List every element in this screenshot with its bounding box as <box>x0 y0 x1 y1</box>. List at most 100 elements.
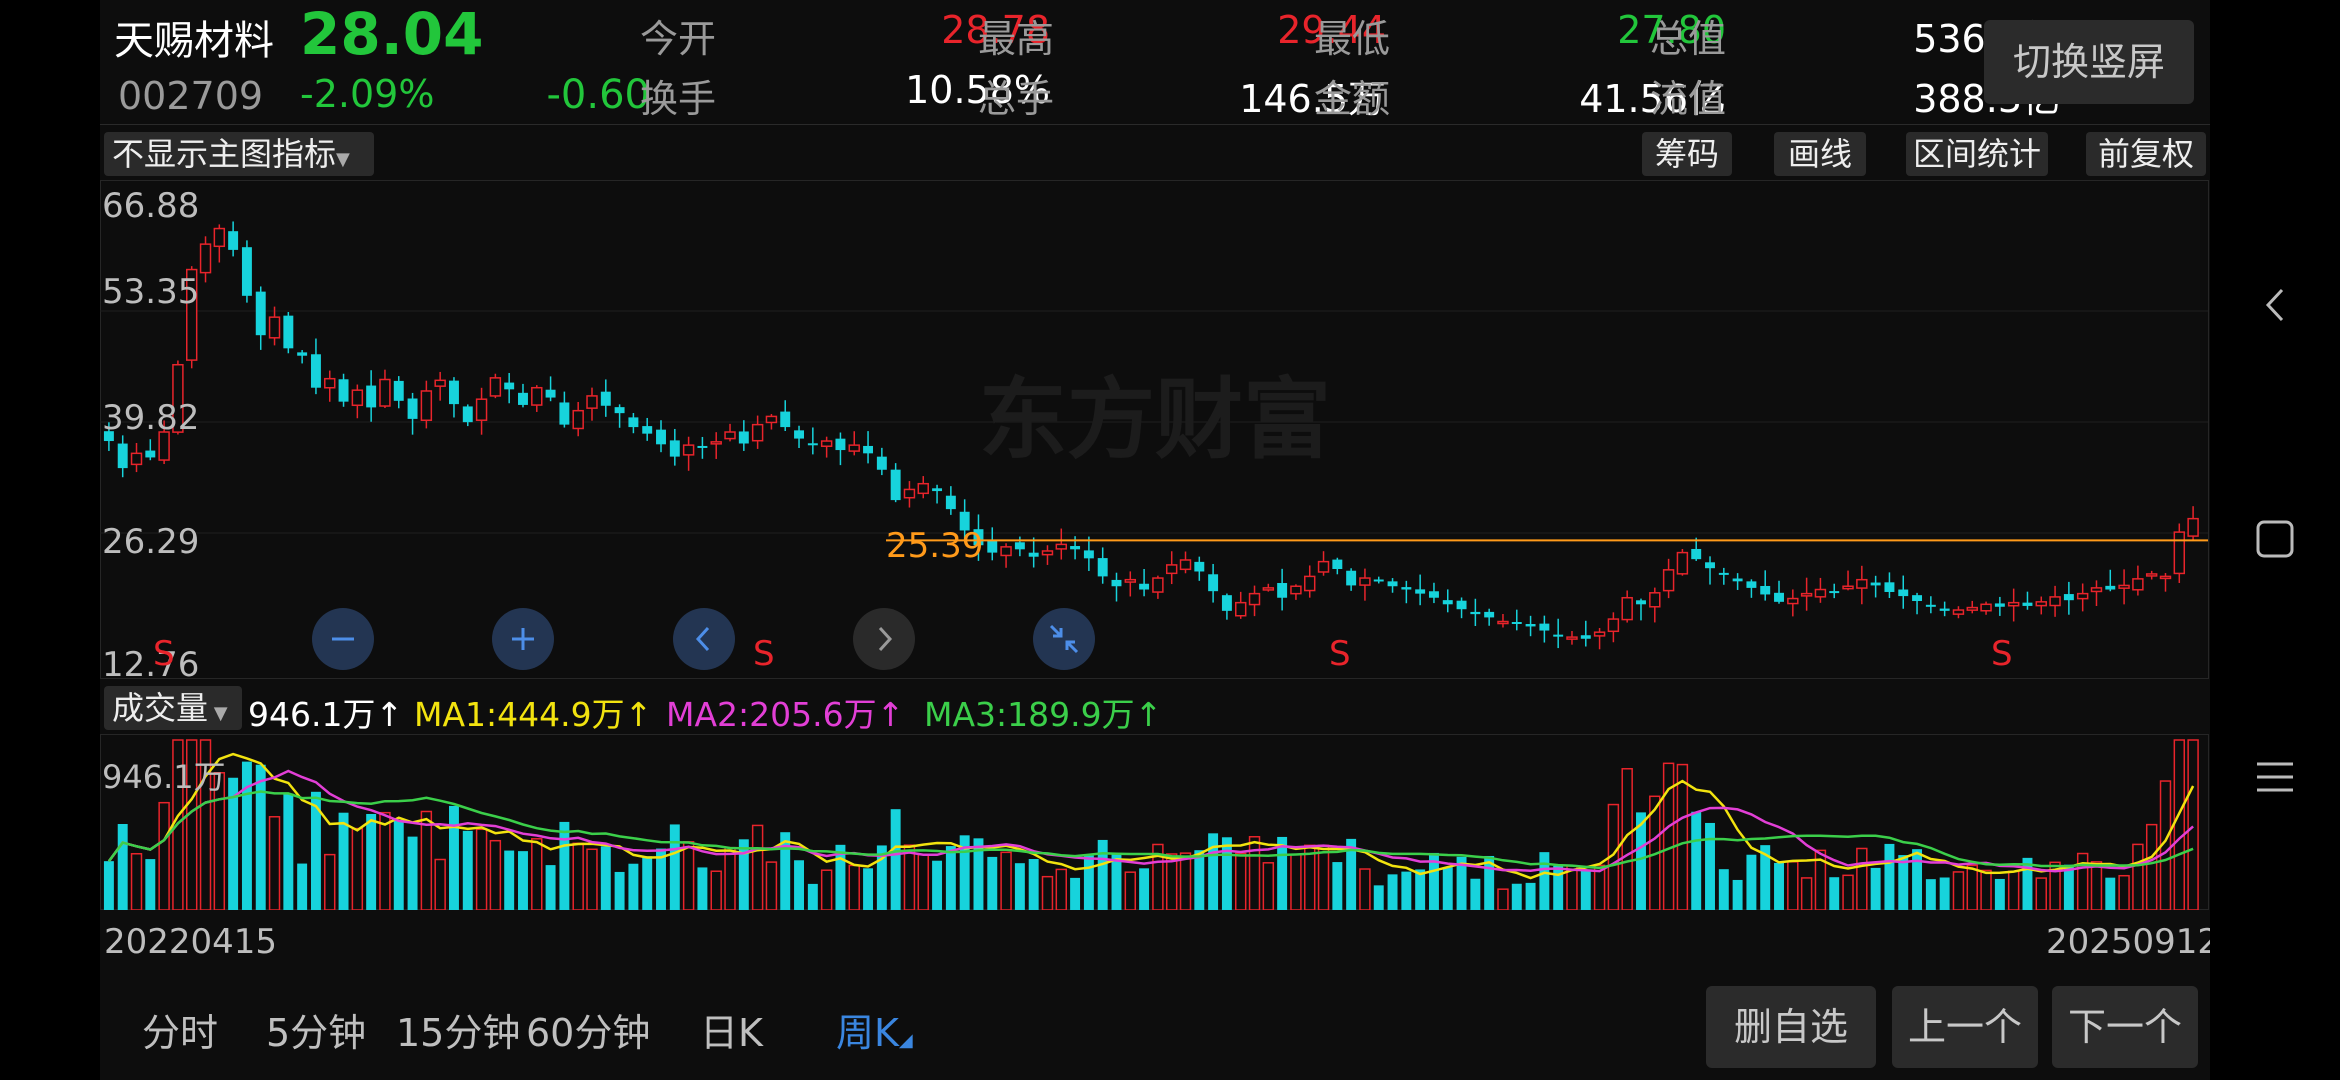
candle-body <box>1456 600 1467 610</box>
volume-bar <box>807 883 818 910</box>
candle-body <box>366 385 377 408</box>
tab-weekly-k-label: 周K <box>836 1011 899 1055</box>
zoom-out-button[interactable] <box>312 608 374 670</box>
volume-indicator-select[interactable]: 成交量 ▼ <box>104 686 242 730</box>
candle-body <box>1124 578 1137 583</box>
tab-weekly-k[interactable]: 周K◢ <box>836 1002 913 1057</box>
chip-distribution-button[interactable]: 筹码 <box>1642 132 1732 176</box>
scroll-right-button[interactable] <box>853 608 915 670</box>
interval-stats-button[interactable]: 区间统计 <box>1906 132 2048 176</box>
volume-bar <box>297 863 308 910</box>
volume-bar <box>1511 883 1522 910</box>
candle-body <box>1028 552 1039 557</box>
candle-body <box>145 450 156 458</box>
candle-body <box>1787 597 1799 605</box>
candle-body <box>1760 585 1771 595</box>
candle-body <box>255 291 266 336</box>
candle-body <box>1676 551 1689 575</box>
candle-body <box>531 386 543 406</box>
back-icon[interactable] <box>2250 280 2300 330</box>
volume-bar <box>559 821 570 910</box>
forward-adjust-button[interactable]: 前复权 <box>2086 132 2206 176</box>
volume-bar <box>1097 839 1108 910</box>
home-icon[interactable] <box>2250 514 2300 564</box>
header-divider <box>100 124 2210 125</box>
candle-body <box>945 495 956 510</box>
stock-detail-screen: 天赐材料 28.04 002709 -2.09% -0.60 今开 28.78 … <box>100 0 2219 1080</box>
candlestick-chart[interactable]: 东方财富 <box>100 180 2210 680</box>
volume-bar <box>518 851 528 910</box>
candle-body <box>751 423 764 442</box>
volume-select-label: 成交量 <box>112 689 209 727</box>
volume-bar <box>1248 836 1261 910</box>
volume-bar <box>338 812 349 910</box>
volume-bar <box>987 856 998 910</box>
tab-daily-k[interactable]: 日K <box>700 1002 763 1057</box>
candle-body <box>1014 542 1025 550</box>
volume-ma1: MA1:444.9万↑ <box>414 695 653 734</box>
candle-body <box>710 441 722 445</box>
candle-body <box>586 395 598 409</box>
candle-body <box>1800 592 1813 597</box>
volume-bar <box>1842 874 1854 910</box>
draw-line-button[interactable]: 画线 <box>1774 132 1866 176</box>
candle-body <box>1497 620 1509 625</box>
previous-stock-button[interactable]: 上一个 <box>1892 986 2038 1068</box>
candle-body <box>2187 517 2199 537</box>
volume-chart[interactable] <box>100 734 2210 910</box>
candle-body <box>2076 592 2089 600</box>
tab-60min[interactable]: 60分钟 <box>526 1002 650 1057</box>
scroll-left-button[interactable] <box>673 608 735 670</box>
volume-ma2: MA2:205.6万↑ <box>666 695 905 734</box>
volume-bar <box>545 865 556 910</box>
volume-bar <box>2145 823 2158 910</box>
volume-bar <box>1139 868 1150 910</box>
volume-bar <box>682 841 695 910</box>
candle-body <box>1912 595 1923 602</box>
switch-portrait-button[interactable]: 切换竖屏 <box>1984 20 2194 104</box>
volume-bar <box>669 824 680 910</box>
candle-body <box>628 417 639 428</box>
candle-body <box>1041 550 1054 556</box>
volume-bar <box>1994 878 2005 910</box>
volume-bar <box>448 805 459 910</box>
reset-zoom-button[interactable] <box>1033 608 1095 670</box>
quote-high-label: 最高 <box>978 17 1055 61</box>
candle-body <box>2035 601 2047 607</box>
tab-15min[interactable]: 15分钟 <box>396 1002 520 1057</box>
remove-watchlist-button[interactable]: 删自选 <box>1706 986 1876 1068</box>
candle-body <box>932 488 943 492</box>
volume-bar <box>1014 863 1025 910</box>
candle-body <box>1317 560 1330 573</box>
candle-body <box>310 354 321 388</box>
volume-bar <box>751 824 764 910</box>
candle-body <box>351 389 364 407</box>
zoom-in-button[interactable] <box>492 608 554 670</box>
candle-body <box>1746 581 1757 588</box>
quote-total-value-label: 总值 <box>1650 17 1727 61</box>
volume-bar <box>2118 874 2130 910</box>
candle-body <box>420 390 433 422</box>
indicator-select[interactable]: 不显示主图指标▼ <box>104 132 374 176</box>
candle-body <box>1221 595 1232 611</box>
candle-body <box>724 431 736 440</box>
candle-body <box>1304 575 1316 592</box>
volume-bar <box>932 860 943 910</box>
candle-body <box>297 352 308 356</box>
volume-bar <box>1234 852 1247 910</box>
candle-body <box>1234 601 1247 617</box>
candle-body <box>1870 582 1881 586</box>
candle-body <box>876 456 887 470</box>
tab-5min[interactable]: 5分钟 <box>266 1002 366 1057</box>
volume-axis-top: 946.1万 <box>102 758 226 796</box>
volume-bar <box>145 859 156 910</box>
candle-body <box>1774 592 1784 602</box>
menu-icon[interactable] <box>2250 752 2300 802</box>
candle-body <box>1139 583 1150 590</box>
tab-timeshare[interactable]: 分时 <box>142 1002 218 1057</box>
volume-bar <box>2173 739 2186 910</box>
next-stock-button[interactable]: 下一个 <box>2052 986 2198 1068</box>
candle-body <box>890 469 901 501</box>
candle-body <box>614 407 625 414</box>
candle-body <box>807 443 818 446</box>
